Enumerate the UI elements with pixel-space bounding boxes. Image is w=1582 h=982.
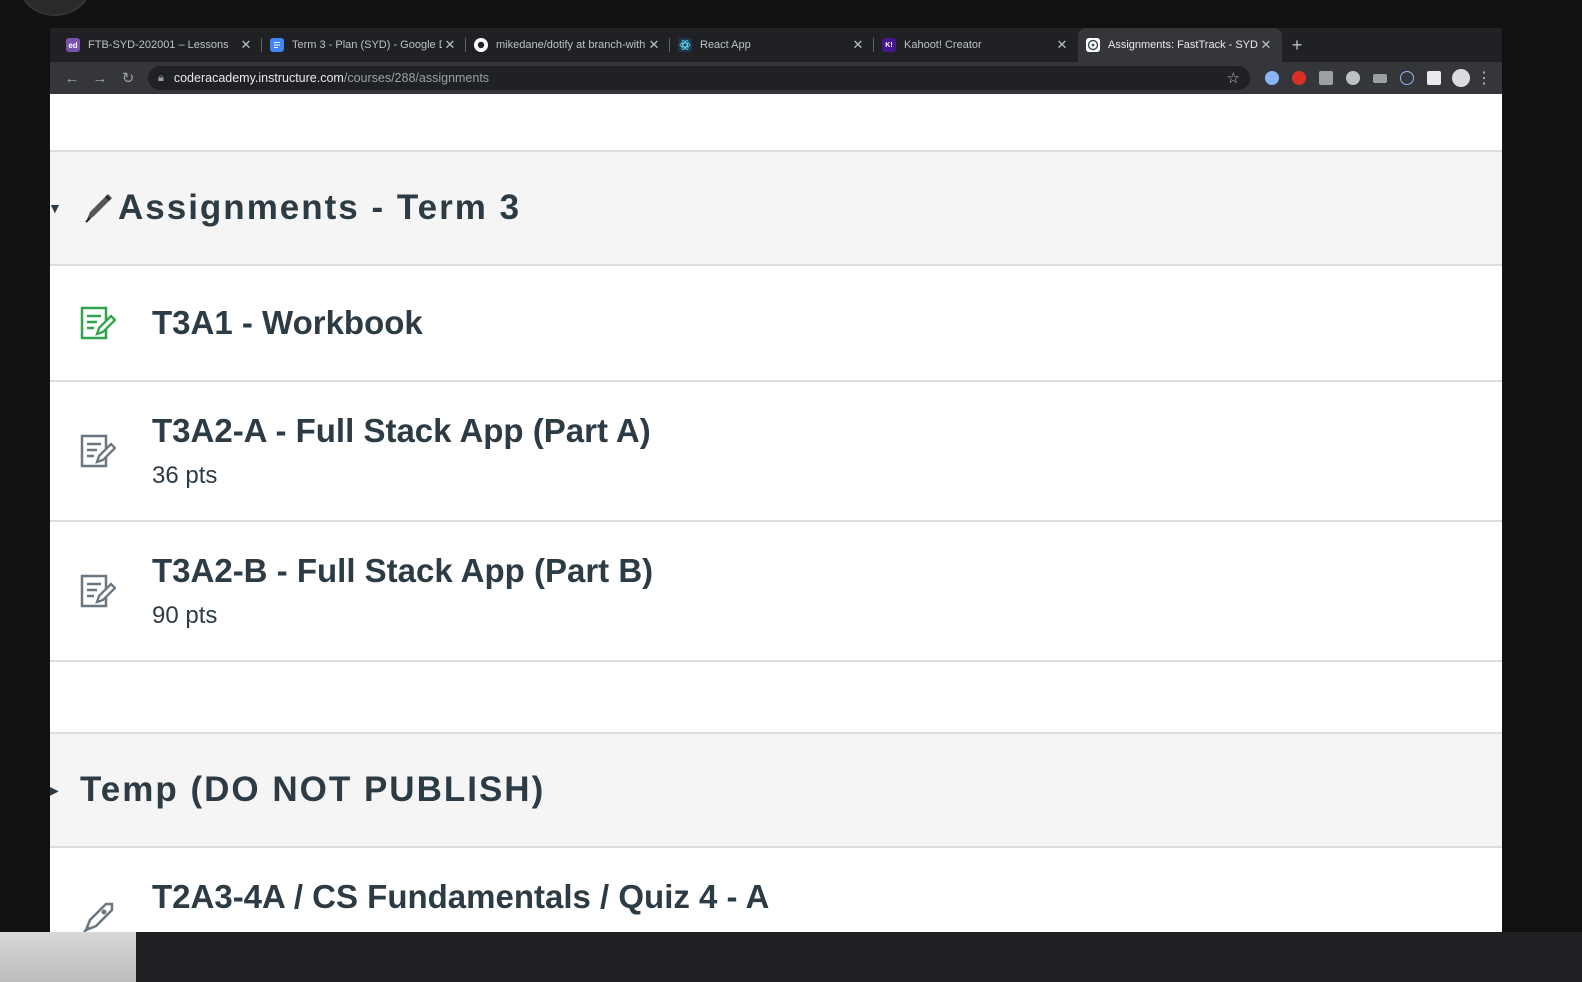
assignment-title-link[interactable]: T3A2-A - Full Stack App (Part A) bbox=[152, 412, 651, 450]
extension-swirl-icon[interactable] bbox=[1339, 64, 1366, 92]
browser-window: ed FTB-SYD-202001 – Lessons ✕ Term 3 - P… bbox=[50, 28, 1502, 932]
github-icon bbox=[474, 38, 488, 52]
assignment-title-link[interactable]: T2A3-4A / CS Fundamentals / Quiz 4 - A bbox=[152, 878, 769, 916]
extension-circle-icon[interactable] bbox=[1258, 64, 1285, 92]
tab-title: Assignments: FastTrack - SYD bbox=[1108, 39, 1258, 51]
assignment-icon bbox=[50, 433, 152, 469]
profile-avatar-icon[interactable] bbox=[1447, 64, 1474, 92]
assignment-row[interactable]: T3A2-A - Full Stack App (Part A) 36 pts bbox=[50, 382, 1502, 522]
reload-icon[interactable]: ↻ bbox=[114, 64, 142, 92]
assignment-group-header[interactable]: ▶ Temp (DO NOT PUBLISH) bbox=[50, 732, 1502, 848]
ed-icon: ed bbox=[66, 38, 80, 52]
assignment-title-link[interactable]: T3A1 - Workbook bbox=[152, 304, 423, 342]
extension-box-icon[interactable] bbox=[1312, 64, 1339, 92]
assignment-group-header[interactable]: ▼ Assignments - Term 3 bbox=[50, 150, 1502, 266]
assignment-row[interactable]: T3A1 - Workbook bbox=[50, 266, 1502, 382]
extension-card-icon[interactable] bbox=[1366, 64, 1393, 92]
close-icon[interactable]: ✕ bbox=[1258, 37, 1274, 53]
lock-icon: 🔒︎ bbox=[158, 71, 164, 84]
canvas-icon bbox=[1086, 38, 1100, 52]
webcam-thumbnail bbox=[0, 932, 136, 982]
forward-icon[interactable]: → bbox=[86, 64, 114, 92]
kahoot-icon: K! bbox=[882, 38, 896, 52]
tab-title: FTB-SYD-202001 – Lessons bbox=[88, 39, 229, 51]
close-icon[interactable]: ✕ bbox=[1054, 37, 1070, 53]
tab-title: Term 3 - Plan (SYD) - Google D bbox=[292, 39, 442, 51]
assignment-points: 36 pts bbox=[152, 462, 218, 489]
assignment-row[interactable]: T2A3-4A / CS Fundamentals / Quiz 4 - A bbox=[50, 848, 1502, 932]
url-path: /courses/288/assignments bbox=[343, 71, 490, 85]
tab-term3-plan[interactable]: Term 3 - Plan (SYD) - Google D ✕ bbox=[262, 28, 466, 62]
tab-strip: ed FTB-SYD-202001 – Lessons ✕ Term 3 - P… bbox=[50, 28, 1502, 62]
assignment-title-link[interactable]: T3A2-B - Full Stack App (Part B) bbox=[152, 552, 653, 590]
extensions-puzzle-icon[interactable] bbox=[1420, 64, 1447, 92]
screen-frame: ed FTB-SYD-202001 – Lessons ✕ Term 3 - P… bbox=[0, 0, 1582, 982]
group-title: Temp (DO NOT PUBLISH) bbox=[80, 770, 546, 809]
tab-assignments[interactable]: Assignments: FastTrack - SYD ✕ bbox=[1078, 28, 1282, 62]
assignment-icon bbox=[50, 305, 152, 341]
adblock-icon[interactable] bbox=[1285, 64, 1312, 92]
caret-down-icon[interactable]: ▼ bbox=[50, 200, 80, 216]
video-call-bar bbox=[0, 932, 1582, 982]
new-tab-button[interactable]: + bbox=[1282, 28, 1312, 62]
back-icon[interactable]: ← bbox=[58, 64, 86, 92]
url-host: coderacademy.instructure.com bbox=[173, 71, 344, 85]
pen-icon bbox=[85, 194, 112, 223]
close-icon[interactable]: ✕ bbox=[442, 37, 458, 53]
bookmark-star-icon[interactable]: ☆ bbox=[1227, 69, 1240, 87]
google-docs-icon bbox=[270, 38, 284, 52]
browser-toolbar: ← → ↻ 🔒︎ coderacademy.instructure.com /c… bbox=[50, 62, 1502, 94]
presenter-avatar bbox=[20, 0, 90, 16]
address-bar[interactable]: 🔒︎ coderacademy.instructure.com /courses… bbox=[148, 66, 1250, 90]
caret-right-icon[interactable]: ▶ bbox=[50, 782, 80, 799]
menu-kebab-icon[interactable]: ⋮ bbox=[1474, 68, 1494, 88]
close-icon[interactable]: ✕ bbox=[238, 37, 254, 53]
tab-react-app[interactable]: React App ✕ bbox=[670, 28, 874, 62]
close-icon[interactable]: ✕ bbox=[646, 37, 662, 53]
close-icon[interactable]: ✕ bbox=[850, 37, 866, 53]
group-title: Assignments - Term 3 bbox=[118, 188, 522, 227]
quiz-rocket-icon bbox=[50, 878, 152, 932]
page-top-spacer bbox=[50, 94, 1502, 150]
react-devtools-icon[interactable] bbox=[1393, 64, 1420, 92]
tab-kahoot[interactable]: K! Kahoot! Creator ✕ bbox=[874, 28, 1078, 62]
tab-title: React App bbox=[700, 39, 751, 51]
assignment-icon bbox=[50, 573, 152, 609]
tab-title: Kahoot! Creator bbox=[904, 39, 982, 51]
assignment-row[interactable]: T3A2-B - Full Stack App (Part B) 90 pts bbox=[50, 522, 1502, 662]
tab-title: mikedane/dotify at branch-with bbox=[496, 39, 646, 51]
tab-github-dotify[interactable]: mikedane/dotify at branch-with ✕ bbox=[466, 28, 670, 62]
react-icon bbox=[678, 38, 692, 52]
tab-lessons[interactable]: ed FTB-SYD-202001 – Lessons ✕ bbox=[58, 28, 262, 62]
assignment-points: 90 pts bbox=[152, 602, 218, 629]
assignments-page: ▼ Assignments - Term 3 T3A1 - Workbook T… bbox=[50, 94, 1502, 932]
